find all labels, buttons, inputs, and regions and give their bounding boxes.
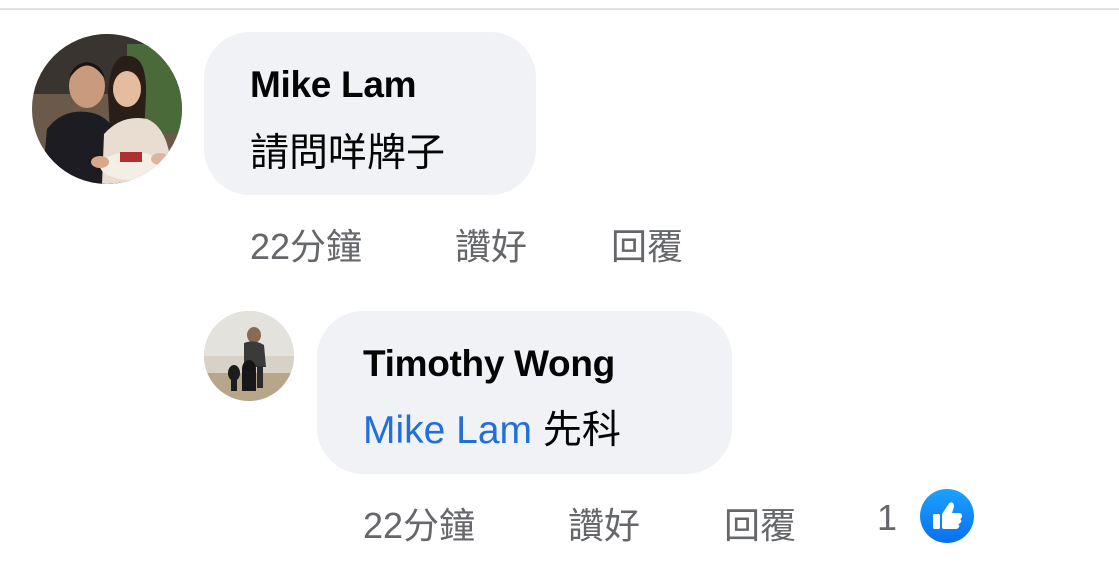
comment-timestamp[interactable]: 22分鐘 <box>250 218 362 270</box>
avatar-photo-icon <box>204 311 294 401</box>
avatar-photo-icon <box>32 34 182 184</box>
avatar-mike-lam[interactable] <box>32 34 182 184</box>
comment-text: 請問咩牌子 <box>250 132 446 175</box>
like-thumbs-up-icon[interactable] <box>918 487 976 545</box>
reply-text: Mike Lam 先科 <box>363 399 621 455</box>
reply-bubble: Timothy Wong Mike Lam 先科 <box>317 311 732 474</box>
reply-timestamp[interactable]: 22分鐘 <box>363 497 475 549</box>
comment-bubble: Mike Lam 請問咩牌子 <box>204 32 536 195</box>
avatar-timothy-wong[interactable] <box>204 311 294 401</box>
comment-reply-button[interactable]: 回覆 <box>611 218 683 270</box>
reply-text-body: 先科 <box>542 409 621 452</box>
thumbs-up-icon <box>933 502 962 529</box>
reply-like-button[interactable]: 讚好 <box>568 497 640 549</box>
reply-reply-button[interactable]: 回覆 <box>724 497 796 549</box>
reaction-count[interactable]: 1 <box>877 497 897 539</box>
reply-mention-link[interactable]: Mike Lam <box>363 409 532 452</box>
top-divider <box>0 8 1119 10</box>
comment-author[interactable]: Mike Lam <box>250 64 417 106</box>
reply-author[interactable]: Timothy Wong <box>363 343 615 385</box>
comment-like-button[interactable]: 讚好 <box>455 218 527 270</box>
